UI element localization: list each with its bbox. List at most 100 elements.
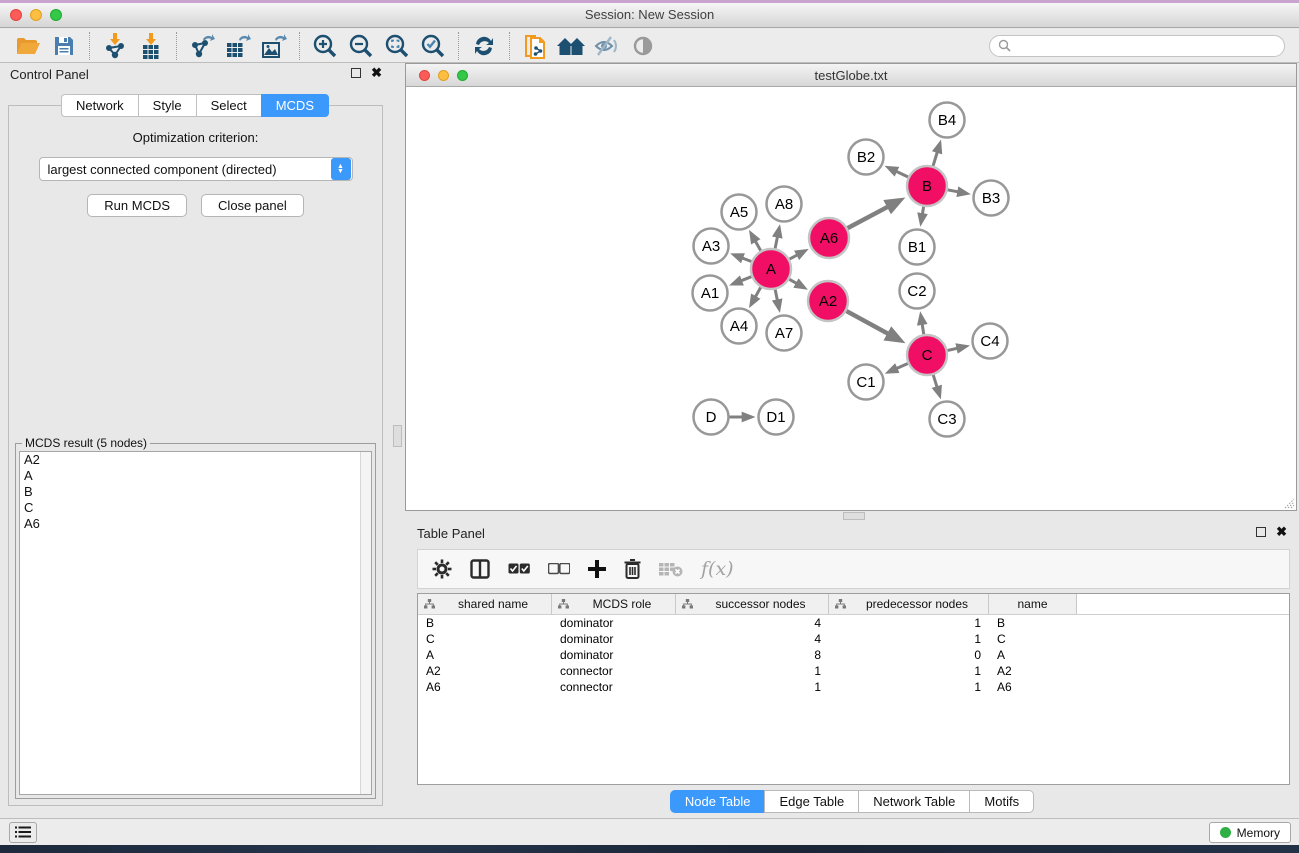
clone-network-icon[interactable] (517, 31, 553, 61)
tab-select[interactable]: Select (196, 94, 261, 117)
graph-edge-A6-B[interactable] (847, 200, 900, 228)
close-table-panel-icon[interactable]: ✖ (1276, 527, 1287, 537)
table-row[interactable]: Cdominator41C (418, 631, 1289, 647)
mcds-result-list[interactable]: A2ABCA6 (19, 451, 372, 795)
table-cell[interactable]: dominator (552, 631, 676, 647)
graph-edge-A-A6[interactable] (789, 251, 805, 260)
criterion-dropdown[interactable]: largest connected component (directed) ▲… (39, 157, 353, 181)
result-item[interactable]: B (20, 484, 371, 500)
table-cell[interactable]: B (418, 615, 552, 631)
graph-edge-A-A5[interactable] (751, 234, 761, 252)
function-builder-icon[interactable]: f(x) (701, 558, 734, 580)
graph-edge-A2-C[interactable] (846, 311, 900, 341)
graph-node-A5[interactable]: A5 (722, 195, 757, 230)
result-item[interactable]: A2 (20, 452, 371, 468)
node-table[interactable]: shared nameMCDS rolesuccessor nodesprede… (417, 593, 1290, 785)
home-icon[interactable] (553, 31, 589, 61)
table-cell[interactable]: 4 (676, 631, 829, 647)
graph-node-A[interactable]: A (751, 249, 791, 289)
graph-node-C1[interactable]: C1 (849, 365, 884, 400)
select-all-checkbox-icon[interactable] (508, 563, 530, 575)
graph-edge-C-C3[interactable] (933, 374, 940, 395)
graph-node-C4[interactable]: C4 (973, 324, 1008, 359)
table-cell[interactable]: 1 (829, 679, 989, 695)
graph-node-D1[interactable]: D1 (759, 400, 794, 435)
table-cell[interactable]: 1 (829, 631, 989, 647)
task-history-button[interactable] (9, 822, 37, 843)
table-cell[interactable]: C (418, 631, 552, 647)
tab-edge-table[interactable]: Edge Table (764, 790, 858, 813)
graph-node-C3[interactable]: C3 (930, 402, 965, 437)
deselect-all-checkbox-icon[interactable] (548, 563, 570, 575)
run-mcds-button[interactable]: Run MCDS (87, 194, 187, 217)
table-cell[interactable]: A (418, 647, 552, 663)
result-item[interactable]: A (20, 468, 371, 484)
graph-node-B3[interactable]: B3 (974, 181, 1009, 216)
table-cell[interactable]: connector (552, 679, 676, 695)
column-header-MCDS-role[interactable]: MCDS role (552, 594, 676, 614)
graph-edge-C-C2[interactable] (921, 315, 924, 335)
graph-node-A8[interactable]: A8 (767, 187, 802, 222)
table-cell[interactable]: A6 (418, 679, 552, 695)
graph-edge-A-A1[interactable] (733, 276, 752, 284)
zoom-in-icon[interactable] (307, 31, 343, 61)
search-field[interactable] (989, 35, 1285, 57)
graph-node-B2[interactable]: B2 (849, 140, 884, 175)
graph-edge-A-A7[interactable] (775, 289, 779, 309)
result-item[interactable]: A6 (20, 516, 371, 532)
table-row[interactable]: A2connector11A2 (418, 663, 1289, 679)
graph-node-A3[interactable]: A3 (694, 229, 729, 264)
graph-edge-C-C4[interactable] (947, 346, 966, 350)
graph-edge-A-A2[interactable] (788, 279, 804, 288)
graph-node-A1[interactable]: A1 (693, 276, 728, 311)
network-window-titlebar[interactable]: testGlobe.txt (406, 64, 1296, 87)
search-input[interactable] (1011, 39, 1276, 53)
window-titlebar[interactable]: Session: New Session (0, 3, 1299, 28)
graph-edge-B-B2[interactable] (888, 168, 909, 178)
tab-node-table[interactable]: Node Table (670, 790, 765, 813)
zoom-selected-icon[interactable] (415, 31, 451, 61)
horizontal-split-handle[interactable] (843, 512, 865, 520)
graph-node-A4[interactable]: A4 (722, 309, 757, 344)
network-canvas[interactable]: B4B2BB3A8A5A6A3B1AC2A1A2A4A7C4CC1C3DD1 (406, 87, 1296, 510)
result-list-scrollbar[interactable] (360, 452, 371, 794)
tab-motifs[interactable]: Motifs (969, 790, 1034, 813)
tab-network[interactable]: Network (61, 94, 138, 117)
graph-node-A2[interactable]: A2 (808, 281, 848, 321)
graph-edge-B-B1[interactable] (921, 206, 924, 223)
table-row[interactable]: Adominator80A (418, 647, 1289, 663)
graph-edge-C-C1[interactable] (889, 363, 909, 372)
open-folder-icon[interactable] (10, 31, 46, 61)
graph-node-B[interactable]: B (907, 166, 947, 206)
table-cell[interactable]: A2 (418, 663, 552, 679)
column-header-name[interactable]: name (989, 594, 1077, 614)
table-cell[interactable]: connector (552, 663, 676, 679)
graph-edge-A-A4[interactable] (751, 286, 761, 304)
add-column-icon[interactable] (588, 560, 606, 578)
table-settings-icon[interactable] (432, 559, 452, 579)
import-table-icon[interactable] (133, 31, 169, 61)
table-cell[interactable]: C (989, 631, 1077, 647)
hide-graphics-details-icon[interactable] (589, 31, 625, 61)
table-cell[interactable]: 4 (676, 615, 829, 631)
zoom-out-icon[interactable] (343, 31, 379, 61)
tab-mcds[interactable]: MCDS (261, 94, 329, 117)
column-header-predecessor-nodes[interactable]: predecessor nodes (829, 594, 989, 614)
tab-style[interactable]: Style (138, 94, 196, 117)
save-session-icon[interactable] (46, 31, 82, 61)
zoom-fit-icon[interactable] (379, 31, 415, 61)
graph-node-A6[interactable]: A6 (809, 218, 849, 258)
close-panel-icon[interactable]: ✖ (371, 68, 382, 78)
float-panel-icon[interactable] (351, 68, 361, 78)
graph-edge-B-B3[interactable] (947, 190, 967, 194)
table-cell[interactable]: 1 (829, 663, 989, 679)
graph-node-D[interactable]: D (694, 400, 729, 435)
table-cell[interactable]: dominator (552, 647, 676, 663)
float-table-panel-icon[interactable] (1256, 527, 1266, 537)
delete-table-icon[interactable] (659, 561, 683, 577)
graph-edge-A-A8[interactable] (775, 228, 779, 249)
graph-edge-A-A3[interactable] (734, 255, 752, 262)
result-item[interactable]: C (20, 500, 371, 516)
resize-grip-icon[interactable] (1281, 495, 1295, 509)
table-row[interactable]: Bdominator41B (418, 615, 1289, 631)
